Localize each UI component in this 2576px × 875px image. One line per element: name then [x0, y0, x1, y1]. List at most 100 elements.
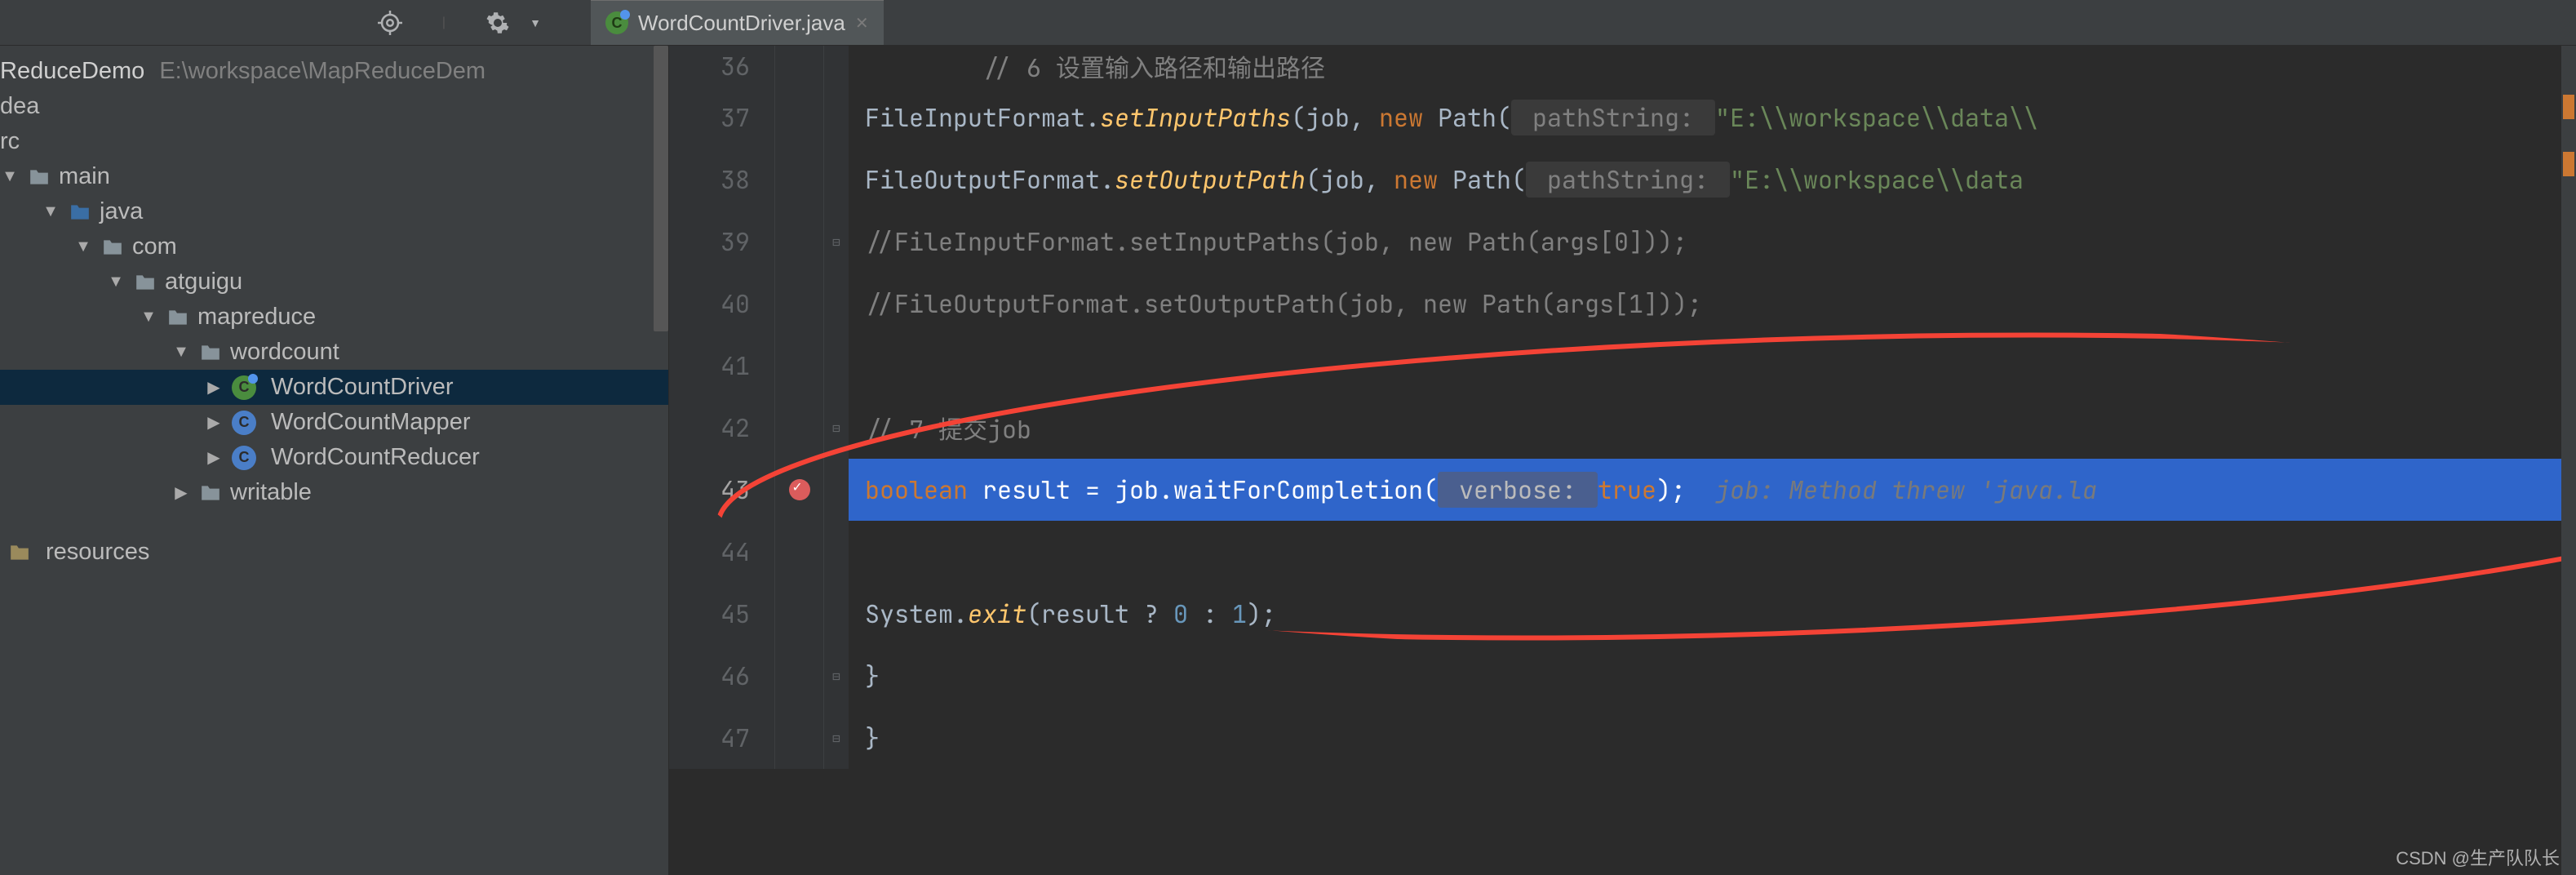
target-icon[interactable]	[375, 8, 405, 38]
breakpoint-mark[interactable]	[775, 459, 824, 521]
gutter-mark	[775, 335, 824, 397]
top-toolbar: | ▼ C WordCountDriver.java ✕	[0, 0, 2576, 46]
fold-mark[interactable]: ⊟	[824, 397, 849, 459]
tree-file-wordcountdriver[interactable]: ▶ C WordCountDriver	[0, 370, 668, 405]
tree-folder-rc[interactable]: rc	[0, 124, 668, 159]
gutter-mark	[775, 211, 824, 273]
package-icon	[166, 308, 189, 327]
fold-mark	[824, 335, 849, 397]
package-icon	[101, 238, 124, 257]
resources-folder-icon	[8, 543, 31, 562]
line-number: 36	[669, 46, 775, 87]
fold-mark	[824, 583, 849, 645]
watermark: CSDN @生产队队长	[2396, 844, 2560, 870]
package-icon	[134, 273, 157, 292]
scroll-indicator	[2563, 95, 2574, 119]
tree-folder-resources[interactable]: resources	[0, 535, 668, 570]
line-number: 38	[669, 149, 775, 211]
code-line-43[interactable]: 43 boolean result = job.waitForCompletio…	[669, 459, 2576, 521]
editor-scrollbar[interactable]	[2561, 46, 2576, 875]
gutter-mark	[775, 397, 824, 459]
code-line-39[interactable]: 39 ⊟ // FileInputFormat.setInputPaths(jo…	[669, 211, 2576, 273]
tab-label: WordCountDriver.java	[638, 11, 845, 36]
chevron-down-icon[interactable]: ▼	[139, 308, 158, 326]
line-number: 39	[669, 211, 775, 273]
code-line-46[interactable]: 46 ⊟ }	[669, 645, 2576, 707]
chevron-down-icon[interactable]: ▼	[73, 238, 93, 256]
line-number: 47	[669, 707, 775, 769]
chevron-right-icon[interactable]: ▶	[204, 412, 224, 433]
java-class-icon: C	[232, 446, 256, 470]
gutter-mark	[775, 46, 824, 87]
line-number: 44	[669, 521, 775, 583]
fold-mark[interactable]: ⊟	[824, 645, 849, 707]
fold-mark[interactable]: ⊟	[824, 211, 849, 273]
gutter-mark	[775, 707, 824, 769]
fold-mark	[824, 46, 849, 87]
line-number: 40	[669, 273, 775, 335]
chevron-down-icon[interactable]: ▼	[521, 8, 550, 38]
code-line-44[interactable]: 44	[669, 521, 2576, 583]
line-number: 43	[669, 459, 775, 521]
package-icon	[199, 343, 222, 362]
chevron-right-icon[interactable]: ▶	[204, 447, 224, 468]
tree-folder-writable[interactable]: ▶ writable	[0, 475, 668, 510]
project-tree[interactable]: ReduceDemo E:\workspace\MapReduceDem dea…	[0, 46, 669, 875]
line-number: 37	[669, 87, 775, 149]
tree-folder-com[interactable]: ▼ com	[0, 229, 668, 264]
code-line-42[interactable]: 42 ⊟ // 7 提交job	[669, 397, 2576, 459]
gear-icon[interactable]	[483, 8, 512, 38]
code-editor[interactable]: 36 // 6 设置输入路径和输出路径 37 FileInputFormat.s…	[669, 46, 2576, 875]
folder-icon	[69, 202, 91, 222]
java-class-run-icon: C	[232, 375, 256, 400]
chevron-down-icon[interactable]: ▼	[0, 167, 20, 186]
chevron-right-icon[interactable]: ▶	[171, 482, 191, 503]
gutter-mark	[775, 87, 824, 149]
gutter-mark	[775, 521, 824, 583]
chevron-down-icon[interactable]: ▼	[171, 343, 191, 362]
chevron-down-icon[interactable]: ▼	[41, 202, 60, 221]
java-class-icon: C	[605, 11, 628, 34]
fold-mark[interactable]: ⊟	[824, 707, 849, 769]
gutter-mark	[775, 583, 824, 645]
code-line-47[interactable]: 47 ⊟ }	[669, 707, 2576, 769]
tab-wordcountdriver[interactable]: C WordCountDriver.java ✕	[591, 0, 884, 45]
breakpoint-icon[interactable]	[789, 479, 810, 500]
code-line-36[interactable]: 36 // 6 设置输入路径和输出路径	[669, 46, 2576, 87]
project-root[interactable]: ReduceDemo E:\workspace\MapReduceDem	[0, 54, 668, 89]
line-number: 42	[669, 397, 775, 459]
tree-folder-main[interactable]: ▼ main	[0, 159, 668, 194]
tree-folder-mapreduce[interactable]: ▼ mapreduce	[0, 300, 668, 335]
code-line-38[interactable]: 38 FileOutputFormat.setOutputPath(job, n…	[669, 149, 2576, 211]
fold-mark	[824, 521, 849, 583]
tab-bar: C WordCountDriver.java ✕	[591, 0, 884, 45]
folder-icon	[28, 167, 51, 187]
gutter-mark	[775, 645, 824, 707]
line-number: 45	[669, 583, 775, 645]
tree-folder-atguigu[interactable]: ▼ atguigu	[0, 264, 668, 300]
fold-mark	[824, 87, 849, 149]
tree-file-wordcountmapper[interactable]: ▶ C WordCountMapper	[0, 405, 668, 440]
code-line-37[interactable]: 37 FileInputFormat.setInputPaths(job, ne…	[669, 87, 2576, 149]
code-line-41[interactable]: 41	[669, 335, 2576, 397]
divider: |	[429, 8, 459, 38]
fold-mark	[824, 273, 849, 335]
scroll-indicator	[2563, 152, 2574, 176]
fold-mark	[824, 149, 849, 211]
close-icon[interactable]: ✕	[855, 13, 869, 33]
line-number: 41	[669, 335, 775, 397]
gutter-mark	[775, 149, 824, 211]
package-icon	[199, 483, 222, 503]
fold-mark	[824, 459, 849, 521]
chevron-down-icon[interactable]: ▼	[106, 273, 126, 291]
chevron-right-icon[interactable]: ▶	[204, 377, 224, 398]
tree-file-wordcountreducer[interactable]: ▶ C WordCountReducer	[0, 440, 668, 475]
code-line-45[interactable]: 45 System.exit(result ? 0 : 1);	[669, 583, 2576, 645]
tree-folder-dea[interactable]: dea	[0, 89, 668, 124]
java-class-icon: C	[232, 411, 256, 435]
tree-folder-wordcount[interactable]: ▼ wordcount	[0, 335, 668, 370]
tree-folder-java[interactable]: ▼ java	[0, 194, 668, 229]
code-line-40[interactable]: 40 // FileOutputFormat.setOutputPath(job…	[669, 273, 2576, 335]
line-number: 46	[669, 645, 775, 707]
gutter-mark	[775, 273, 824, 335]
